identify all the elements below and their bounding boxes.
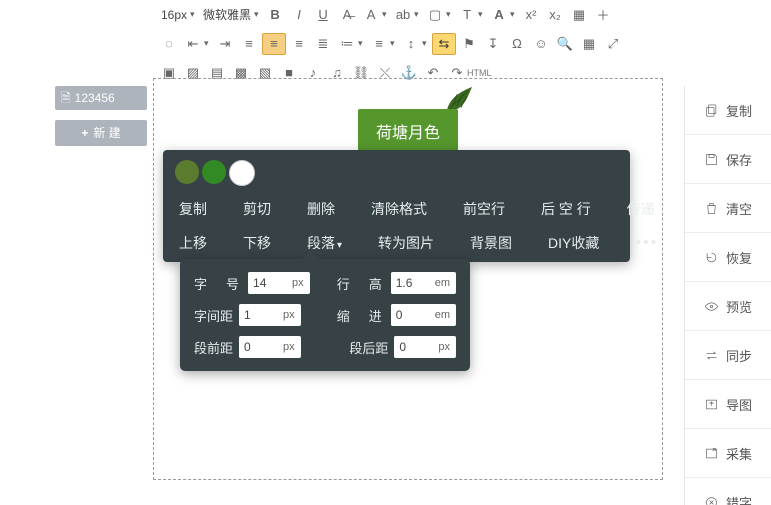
label-letter-spacing: 字间距: [194, 306, 233, 325]
unit: em: [435, 309, 456, 321]
new-button[interactable]: + 新 建: [55, 120, 147, 146]
side-copy[interactable]: 复制: [685, 86, 771, 135]
align-right-icon[interactable]: ≡: [288, 34, 310, 54]
omega-icon[interactable]: Ω: [506, 34, 528, 54]
side-restore[interactable]: 恢复: [685, 233, 771, 282]
flag-icon[interactable]: ⚑: [458, 34, 480, 54]
insert-icon[interactable]: ＋: [592, 5, 614, 25]
right-sidebar: 复制 保存 清空 恢复 预览 同步 导图 采集 错字: [684, 86, 771, 505]
font-family-select[interactable]: 微软雅黑: [200, 6, 254, 23]
title-block[interactable]: 荷塘月色: [358, 109, 458, 153]
indent-right-icon[interactable]: ⇥: [214, 34, 236, 54]
emoji-icon[interactable]: ☺: [530, 34, 552, 54]
menu-diy-fav[interactable]: DIY收藏: [544, 233, 603, 253]
new-button-label: 新 建: [93, 120, 120, 146]
eraser-icon[interactable]: ◌: [158, 34, 180, 54]
line-height-icon[interactable]: ≡: [368, 34, 390, 54]
side-clear[interactable]: 清空: [685, 184, 771, 233]
label-space-before: 段前距: [194, 338, 233, 357]
swatch-olive[interactable]: [175, 160, 199, 184]
align-justify-icon[interactable]: ≣: [312, 34, 334, 54]
fill-color-icon[interactable]: ▢: [424, 5, 446, 25]
align-center-icon[interactable]: ≡: [262, 33, 286, 55]
side-export-image[interactable]: 导图: [685, 380, 771, 429]
file-tab[interactable]: 🗎 123456: [55, 86, 147, 110]
text-tool-icon[interactable]: T: [456, 5, 478, 25]
context-menu: 复制 剪切 删除 清除格式 前空行 后 空 行 传递 上移 下移 段落▾ 转为图…: [163, 150, 630, 262]
menu-delete[interactable]: 删除: [303, 199, 339, 219]
italic-icon[interactable]: I: [288, 5, 310, 25]
font-size-select[interactable]: 16px: [158, 8, 190, 22]
unit: em: [435, 277, 456, 289]
side-save[interactable]: 保存: [685, 135, 771, 184]
bold-icon[interactable]: B: [264, 5, 286, 25]
menu-cut[interactable]: 剪切: [239, 199, 275, 219]
unit: px: [438, 341, 456, 353]
subscript-icon[interactable]: x₂: [544, 5, 566, 25]
input-space-after[interactable]: [394, 336, 438, 358]
font-color-icon[interactable]: A: [360, 5, 382, 25]
side-sync[interactable]: 同步: [685, 331, 771, 380]
label-font-size: 字 号: [194, 274, 242, 293]
plus-icon: +: [81, 120, 88, 146]
superscript-icon[interactable]: x²: [520, 5, 542, 25]
input-indent[interactable]: [391, 304, 435, 326]
side-collect[interactable]: 采集: [685, 429, 771, 478]
source-icon[interactable]: HTML: [467, 68, 492, 78]
chevron-down-icon: ▾: [337, 240, 342, 251]
menu-copy[interactable]: 复制: [175, 199, 211, 219]
editor-toolbar: 16px▾ 微软雅黑▾ B I U A̶ A▾ ab▾ ▢▾ T▾ A▾ x² …: [153, 0, 771, 87]
color-swatches: [163, 150, 630, 192]
input-line-height[interactable]: [391, 272, 435, 294]
label-line-height: 行 高: [337, 274, 385, 293]
swatch-green[interactable]: [202, 160, 226, 184]
chevron-down-icon[interactable]: ▾: [190, 9, 198, 20]
align-left-icon[interactable]: ≡: [238, 34, 260, 54]
unit: px: [292, 277, 310, 289]
menu-blank-after[interactable]: 后 空 行: [537, 199, 595, 219]
table-icon[interactable]: ▦: [578, 34, 600, 54]
menu-to-image[interactable]: 转为图片: [374, 233, 438, 253]
indent-left-icon[interactable]: ⇤: [182, 34, 204, 54]
input-font-size[interactable]: [248, 272, 292, 294]
paragraph-panel: 字 号 px 行 高 em 字间距 px 缩 进 em 段前距 px 段后距 p…: [180, 259, 470, 371]
underline-icon[interactable]: U: [312, 5, 334, 25]
unit: px: [283, 309, 301, 321]
side-spellcheck[interactable]: 错字: [685, 478, 771, 505]
label-indent: 缩 进: [337, 306, 385, 325]
side-preview[interactable]: 预览: [685, 282, 771, 331]
file-tab-label: 123456: [75, 86, 115, 110]
label-space-after: 段后距: [349, 338, 388, 357]
menu-clear-format[interactable]: 清除格式: [367, 199, 431, 219]
menu-transfer[interactable]: 传递: [623, 199, 659, 219]
menu-move-up[interactable]: 上移: [175, 233, 211, 253]
left-sidebar: 🗎 123456 + 新 建: [55, 86, 147, 146]
menu-move-down[interactable]: 下移: [239, 233, 275, 253]
menu-more[interactable]: •••: [631, 234, 662, 252]
input-space-before[interactable]: [239, 336, 283, 358]
pin-icon[interactable]: ↧: [482, 34, 504, 54]
spacing-icon[interactable]: ↕: [400, 34, 422, 54]
swatch-white[interactable]: [229, 160, 255, 186]
strike-icon[interactable]: A̶: [336, 5, 358, 25]
direction-icon[interactable]: ⇆: [432, 33, 456, 55]
input-letter-spacing[interactable]: [239, 304, 283, 326]
list-ordered-icon[interactable]: ≔: [336, 34, 358, 54]
highlight-icon[interactable]: ab: [392, 5, 414, 25]
find-icon[interactable]: 🔍: [554, 34, 576, 54]
expand-icon[interactable]: ⤢: [602, 34, 624, 54]
font-caps-icon[interactable]: A: [488, 5, 510, 25]
file-icon: 🗎: [61, 86, 71, 110]
grid-icon[interactable]: ▦: [568, 5, 590, 25]
menu-bg-image[interactable]: 背景图: [466, 233, 516, 253]
menu-blank-before[interactable]: 前空行: [459, 199, 509, 219]
unit: px: [283, 341, 301, 353]
chevron-down-icon[interactable]: ▾: [254, 9, 262, 20]
